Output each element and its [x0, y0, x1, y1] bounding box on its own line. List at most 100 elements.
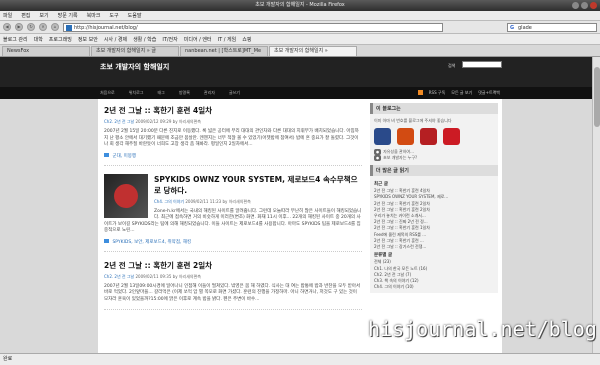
scroll-thumb[interactable] — [594, 67, 600, 127]
bookmark-item[interactable]: 블로그 관리 — [3, 36, 28, 43]
post-author: by 아리새의편측 — [172, 273, 201, 279]
menu-file[interactable]: 파일 — [3, 12, 12, 19]
post-date: 2009/02/11 11:23 — [185, 198, 222, 204]
window-controls — [572, 2, 597, 9]
recent-posts: 최근 글 2년 전 그날 :: 혹한기 훈련 4일차 SPYKIDS OWNZ … — [370, 176, 498, 293]
menu-view[interactable]: 보기 — [39, 12, 48, 19]
rss-comments[interactable]: 댓글+트랙백 — [478, 90, 500, 96]
bookmark-item[interactable]: 정보 보안 — [78, 36, 98, 43]
post-date: 2009/02/12 09:29 — [135, 119, 172, 124]
tab-blog-active[interactable]: 초보 개발자의 함해일지 » — [269, 46, 357, 56]
post: SPYKIDS OWNZ YOUR SYSTEM, 제로보드4 속수무책으로 당… — [104, 173, 362, 252]
post-tag-list[interactable]: SPYKIDS, 보안, 제로보드4, 취약점, 해킹 — [112, 240, 191, 245]
about-box: 이미 아마 비 번호를 블로그에 주셔야 좋습니다 ● 자유성을 관하여... ●… — [370, 114, 498, 165]
minimize-icon[interactable] — [572, 2, 579, 9]
tag-icon — [104, 238, 109, 243]
nav-tags[interactable]: 태그 — [157, 90, 164, 96]
post-tags: SPYKIDS, 보안, 제로보드4, 취약점, 해킹 — [104, 238, 362, 245]
post: 2년 전 그날 :: 혹한기 훈련 2일차 Ch2. 2년 전 그날 2009/… — [104, 260, 362, 310]
bookmarks-toolbar: 블로그 관리 대학 프로그래밍 정보 보안 시사 / 경제 생활 / 학습 IT… — [0, 34, 600, 45]
recent-item[interactable]: 2년 전 그날 :: 장기스런 전쟁... — [374, 244, 494, 250]
notice-link[interactable]: 초보 개발자는 누구? — [383, 155, 417, 160]
nav-guestbook[interactable]: 방명록 — [179, 90, 190, 96]
navigation-toolbar: ◀ ▶ ↻ ✕ ⌂ http://hisjournal.net/blog/ gl… — [0, 21, 600, 34]
post-body: 2007년 2월 13일09:00시경에 일어나니 인접해 이들이 떨쳐있다. … — [104, 283, 361, 302]
notice-chip: ● — [374, 155, 382, 161]
nav-home[interactable]: 처음으로 — [100, 90, 115, 96]
about-text: 이미 아마 비 번호를 블로그에 주셔야 좋습니다 — [374, 118, 452, 123]
post-body: 2007년 2월 15일 20:00분 다른 진지로 이동했다. 록 넓은 공터… — [104, 129, 359, 147]
badge-row — [374, 128, 494, 145]
back-icon[interactable]: ◀ — [3, 23, 11, 31]
menu-tools[interactable]: 도구 — [109, 12, 118, 19]
bookmark-item[interactable]: IT / 게임 — [218, 36, 237, 43]
rss-links: RSS 구독 모든 글 보기 댓글+트랙백 — [417, 90, 500, 96]
post-category[interactable]: Ch2. 2년 전 그날 — [104, 274, 134, 279]
reload-icon[interactable]: ↻ — [27, 23, 35, 31]
maximize-icon[interactable] — [581, 2, 588, 9]
status-bar: 완료 — [0, 353, 600, 365]
post-date: 2009/02/11 09:35 — [135, 273, 172, 279]
badge-icon[interactable] — [397, 128, 414, 145]
menu-bookmarks[interactable]: 북마크 — [87, 12, 101, 19]
menu-edit[interactable]: 편집 — [21, 12, 30, 19]
post-category[interactable]: Ch4. 그의 이야기 — [154, 199, 184, 204]
post-meta: Ch2. 2년 전 그날 2009/02/11 09:35 by 아리새의편측 — [104, 274, 362, 280]
tab-strip: NewsFox 초보 개발자의 함해일지 » 글 nanbean.net | [… — [0, 45, 600, 57]
rss-subscribe[interactable]: RSS 구독 — [429, 90, 446, 96]
url-input[interactable]: http://hisjournal.net/blog/ — [63, 22, 443, 32]
blog-content: 2년 전 그날 :: 혹한기 훈련 4일차 Ch2. 2년 전 그날 2009/… — [98, 99, 502, 353]
stop-icon[interactable]: ✕ — [39, 23, 47, 31]
tag-icon — [104, 152, 109, 157]
bookmark-item[interactable]: 대학 — [34, 36, 43, 43]
post-author: by 아리새의편측 — [172, 119, 201, 124]
bookmark-item[interactable]: IT/전자 — [162, 36, 177, 43]
bookmark-item[interactable]: 쇼핑 — [242, 36, 251, 43]
post-category[interactable]: Ch2. 2년 전 그날 — [104, 119, 134, 124]
forward-icon[interactable]: ▶ — [15, 23, 23, 31]
menu-history[interactable]: 방문 기록 — [58, 12, 78, 19]
tab-newsfox[interactable]: NewsFox — [2, 46, 90, 56]
search-input[interactable]: glade — [507, 22, 597, 32]
bookmark-item[interactable]: 프로그래밍 — [49, 36, 72, 43]
tab-nanbean[interactable]: nanbean.net | [학스트로]MT_Me — [180, 46, 268, 56]
post-author: by 아리새의편측 — [222, 198, 251, 204]
watermark: hisjournal.net/blog — [368, 317, 597, 341]
nav-location[interactable]: 위치로그 — [129, 90, 144, 96]
blog-sidebar: 이 블로그는 이미 아마 비 번호를 블로그에 주셔야 좋습니다 ● 자유성을 관… — [370, 103, 498, 294]
menu-help[interactable]: 도움말 — [128, 12, 142, 19]
post-title[interactable]: 2년 전 그날 :: 혹한기 훈련 2일차 — [104, 260, 362, 271]
rss-icon[interactable] — [417, 90, 423, 95]
home-icon[interactable]: ⌂ — [51, 23, 59, 31]
page-scrollbar[interactable] — [592, 57, 600, 353]
menubar: 파일 편집 보기 방문 기록 북마크 도구 도움말 — [0, 11, 600, 21]
close-icon[interactable] — [590, 2, 597, 9]
page-viewport: 초보 개발자의 함해일지 검색 처음으로 위치로그 태그 방명록 관리자 글쓰기… — [0, 57, 600, 353]
window-titlebar: 초보 개발자의 함해일지 - Mozilla Firefox — [0, 0, 600, 11]
post-tag-list[interactable]: 군대, 미몽행 — [112, 154, 136, 159]
badge-icon[interactable] — [420, 128, 437, 145]
rss-all-posts[interactable]: 모든 글 보기 — [451, 90, 472, 96]
post-meta: Ch2. 2년 전 그날 2009/02/12 09:29 by 아리새의편측 — [104, 119, 362, 125]
notice-link[interactable]: 자유성을 관하여... — [383, 149, 414, 154]
bookmark-item[interactable]: 시사 / 경제 — [104, 36, 127, 43]
blog-nav: 처음으로 위치로그 태그 방명록 관리자 글쓰기 RSS 구독 모든 글 보기 … — [0, 87, 600, 99]
blog-title[interactable]: 초보 개발자의 함해일지 — [100, 62, 169, 72]
about-heading: 이 블로그는 — [370, 103, 498, 114]
post: 2년 전 그날 :: 혹한기 훈련 4일차 Ch2. 2년 전 그날 2009/… — [104, 105, 362, 166]
blog-search-input[interactable] — [462, 61, 502, 68]
tab-blog-post[interactable]: 초보 개발자의 함해일지 » 글 — [91, 46, 179, 56]
post-title[interactable]: 2년 전 그날 :: 혹한기 훈련 4일차 — [104, 105, 362, 116]
post-thumbnail[interactable] — [104, 173, 148, 218]
nav-write[interactable]: 글쓰기 — [229, 90, 240, 96]
blog-search-label: 검색 — [448, 63, 456, 68]
category-item[interactable]: Ch4. 그의 이야기 (10) — [374, 284, 494, 290]
recent-heading: 더 많은 글 읽기 — [370, 165, 498, 176]
window-title: 초보 개발자의 함해일지 - Mozilla Firefox — [255, 2, 345, 8]
nav-admin[interactable]: 관리자 — [204, 90, 215, 96]
badge-icon[interactable] — [443, 128, 460, 145]
bookmark-item[interactable]: 미디어 / 엔터 — [184, 36, 212, 43]
bookmark-item[interactable]: 생활 / 학습 — [133, 36, 156, 43]
post-tags: 군대, 미몽행 — [104, 152, 362, 159]
badge-icon[interactable] — [374, 128, 391, 145]
